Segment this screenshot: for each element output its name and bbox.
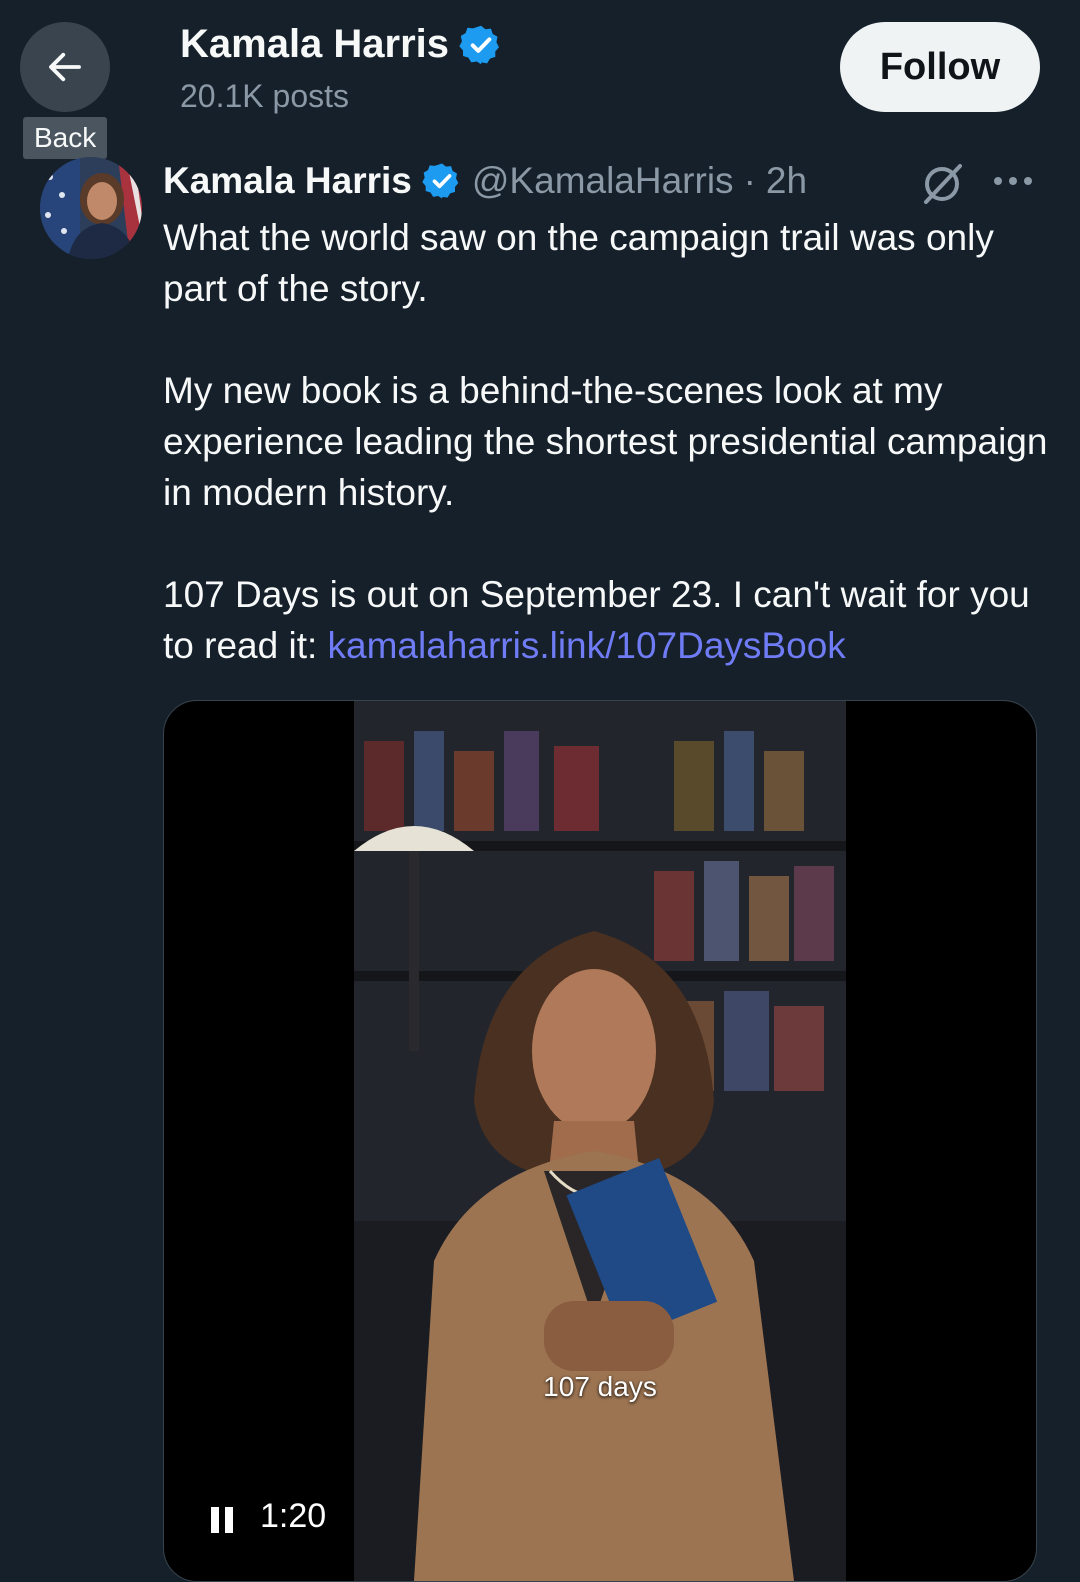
grok-icon[interactable] xyxy=(918,160,968,206)
back-button[interactable] xyxy=(20,22,110,112)
arrow-left-icon xyxy=(49,52,81,82)
post-link[interactable]: kamalaharris.link/107DaysBook xyxy=(328,625,846,666)
video-time: 1:20 xyxy=(260,1497,327,1535)
author-name[interactable]: Kamala Harris xyxy=(163,160,412,202)
top-bar: Back Kamala Harris 20.1K posts Follow xyxy=(0,0,1080,159)
profile-title: Kamala Harris xyxy=(180,22,503,67)
verified-badge-icon xyxy=(422,163,459,199)
pause-icon[interactable] xyxy=(210,1505,234,1535)
post-text: What the world saw on the campaign trail… xyxy=(163,212,1053,671)
video-player[interactable]: 107 days 1:20 xyxy=(163,700,1037,1582)
author-avatar[interactable] xyxy=(40,157,142,259)
meta-separator: · xyxy=(743,160,756,201)
video-caption: 107 days xyxy=(543,1371,657,1402)
posts-count: 20.1K posts xyxy=(180,78,349,114)
video-frame xyxy=(354,701,846,1581)
back-tooltip: Back xyxy=(23,117,108,159)
post-time[interactable]: 2h xyxy=(766,160,807,202)
post-header: Kamala Harris @KamalaHarris · 2h xyxy=(163,158,807,204)
profile-name: Kamala Harris xyxy=(180,22,450,66)
author-handle[interactable]: @KamalaHarris xyxy=(472,160,734,202)
follow-button[interactable]: Follow xyxy=(840,22,1040,112)
post-body: What the world saw on the campaign trail… xyxy=(163,217,1048,666)
more-options-icon[interactable] xyxy=(990,166,1036,196)
verified-badge-icon xyxy=(459,25,500,64)
